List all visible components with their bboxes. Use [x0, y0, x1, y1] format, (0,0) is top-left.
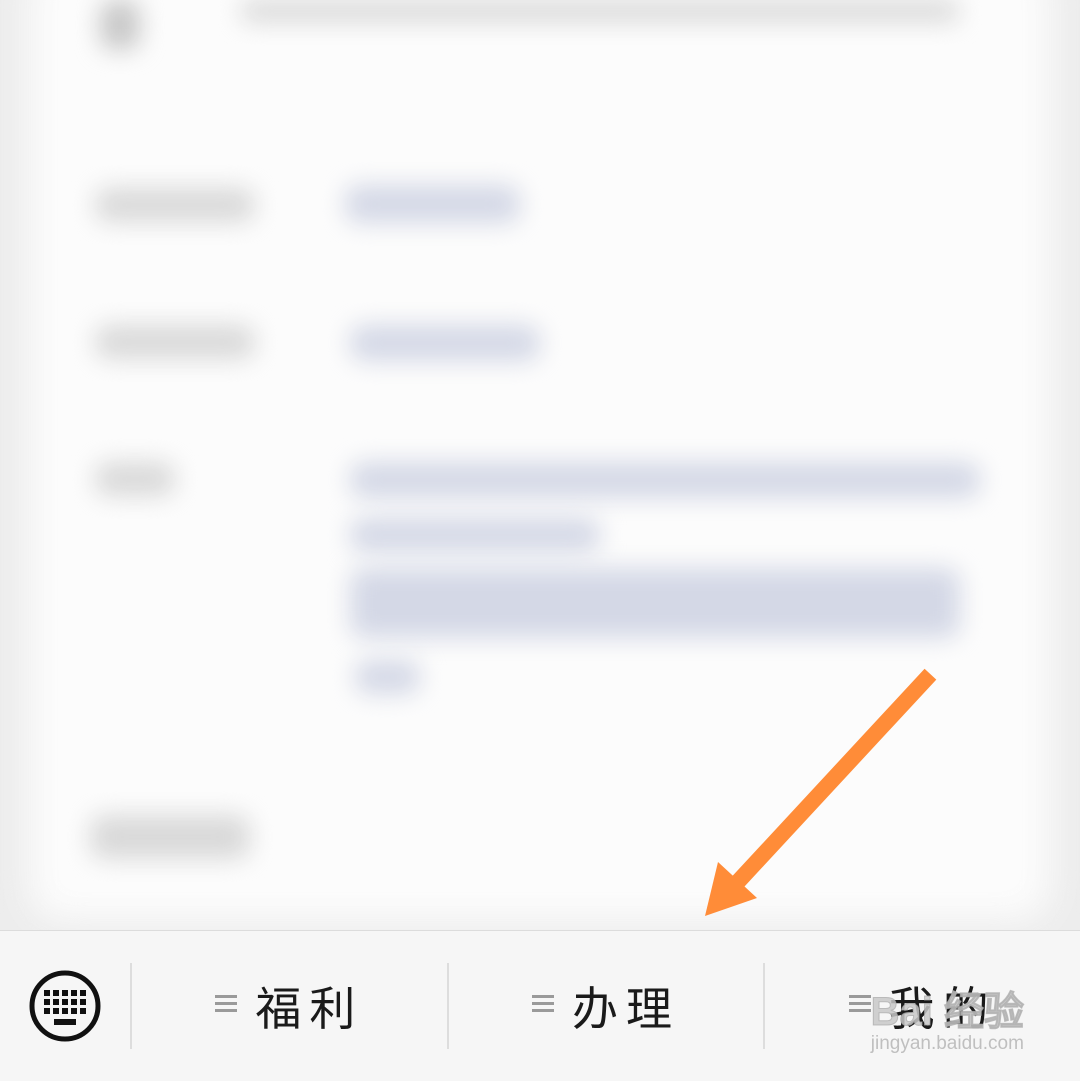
blurred-article-content — [0, 0, 1080, 930]
blurred-field-value — [345, 185, 520, 223]
menu-item-wode[interactable]: 我的 Bai 经验 jingyan.baidu.com — [765, 931, 1080, 1081]
blurred-title-text — [240, 0, 960, 22]
menu-item-banli[interactable]: 办理 — [449, 931, 764, 1081]
screen: 福利 办理 我的 Bai 经验 jingyan.baidu.com — [0, 0, 1080, 1081]
blurred-field-label — [95, 325, 255, 359]
article-sheet — [30, 0, 1050, 920]
menu-item-fuli[interactable]: 福利 — [132, 931, 447, 1081]
menu-lines-icon — [848, 995, 871, 1013]
blurred-field-label — [95, 188, 255, 222]
blurred-title-mark — [100, 0, 140, 50]
keyboard-icon — [29, 970, 101, 1042]
blurred-paragraph-line — [350, 518, 600, 552]
watermark-logo: Bai 经验 — [870, 989, 1025, 1034]
blurred-field-value — [350, 325, 540, 361]
menu-item-label: 福利 — [255, 982, 364, 1036]
blurred-paragraph-line — [355, 660, 420, 694]
baidu-jingyan-watermark: Bai 经验 jingyan.baidu.com — [870, 989, 1025, 1056]
menu-lines-icon — [532, 995, 554, 1013]
keyboard-toggle-button[interactable] — [0, 931, 130, 1081]
menu-item-label: 办理 — [572, 982, 680, 1036]
watermark-url: jingyan.baidu.com — [870, 1032, 1024, 1054]
blurred-section-label — [90, 815, 250, 859]
bottom-menu-bar: 福利 办理 我的 Bai 经验 jingyan.baidu.com — [0, 930, 1080, 1081]
blurred-paragraph-line — [350, 568, 960, 638]
blurred-field-label — [95, 462, 175, 496]
blurred-paragraph-line — [350, 462, 980, 498]
menu-lines-icon — [215, 995, 238, 1013]
